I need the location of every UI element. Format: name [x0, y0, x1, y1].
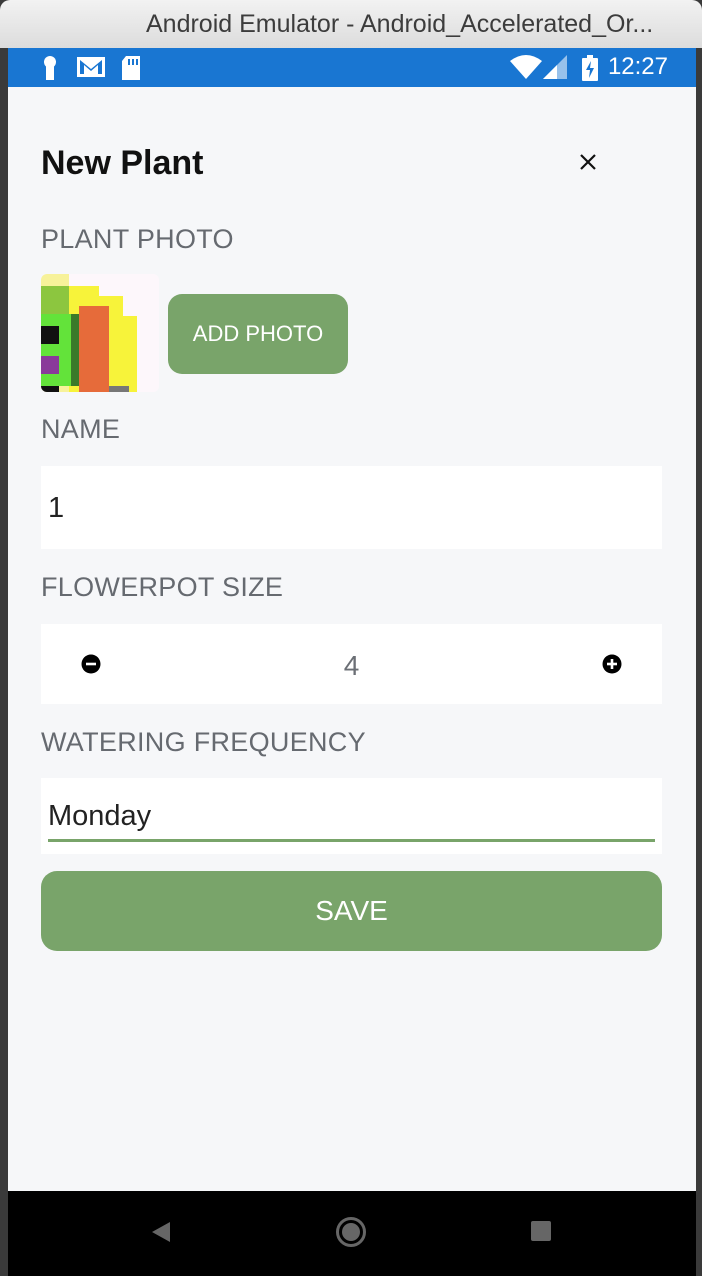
plant-photo-label: PLANT PHOTO	[41, 224, 234, 254]
plant-photo-image	[41, 274, 159, 392]
recents-square-icon[interactable]	[531, 1221, 551, 1241]
name-field[interactable]: 1	[41, 466, 662, 549]
plant-photo-thumbnail[interactable]	[41, 274, 159, 392]
save-button[interactable]: SAVE	[41, 871, 662, 951]
watering-frequency-value: Monday	[48, 800, 152, 832]
navigation-bar	[8, 1191, 696, 1276]
page-title: New Plant	[41, 144, 204, 182]
status-time: 12:27	[607, 53, 668, 80]
flowerpot-size-label: FLOWERPOT SIZE	[41, 572, 284, 602]
back-triangle-icon[interactable]	[150, 1220, 172, 1244]
flowerpot-size-stepper: 4	[41, 624, 662, 704]
wifi-icon	[510, 55, 542, 79]
signal-icon	[543, 55, 567, 79]
name-label: NAME	[41, 414, 121, 444]
plus-circle-icon[interactable]	[602, 654, 622, 674]
name-field-value: 1	[48, 492, 65, 524]
key-icon	[44, 56, 56, 80]
gmail-icon	[77, 57, 105, 77]
watering-frequency-label: WATERING FREQUENCY	[41, 727, 366, 757]
device-screen: 12:27 New Plant PLANT PHOTO ADD PHOTO NA…	[8, 48, 696, 1276]
watering-frequency-underline	[48, 839, 655, 842]
window-titlebar: Android Emulator - Android_Accelerated_O…	[0, 0, 702, 48]
close-icon[interactable]	[574, 148, 602, 176]
battery-charging-icon	[582, 55, 598, 81]
add-photo-button[interactable]: ADD PHOTO	[168, 294, 348, 374]
window-title: Android Emulator - Android_Accelerated_O…	[146, 10, 654, 38]
status-bar: 12:27	[8, 48, 696, 87]
watering-frequency-field[interactable]: Monday	[41, 778, 662, 854]
home-circle-icon[interactable]	[335, 1216, 367, 1248]
flowerpot-size-value: 4	[343, 650, 360, 681]
sd-card-icon	[122, 56, 140, 80]
